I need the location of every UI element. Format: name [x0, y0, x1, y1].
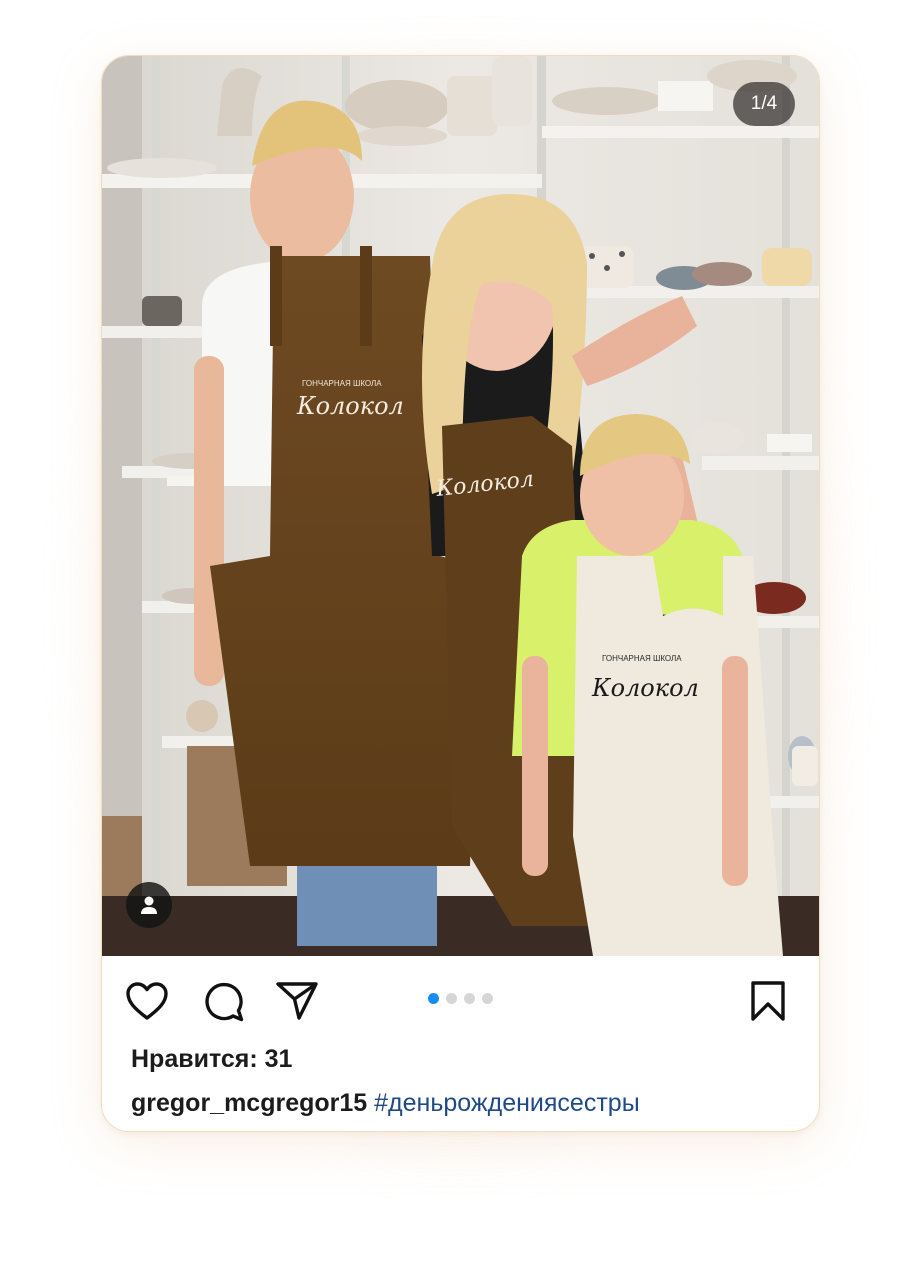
carousel-indicator [428, 993, 493, 1004]
apron-small-print-3: ГОНЧАРНАЯ ШКОЛА [602, 654, 682, 663]
caption-hashtag[interactable]: #деньрождениясестры [374, 1089, 640, 1117]
carousel-dot [446, 993, 457, 1004]
photo-counter: 1/4 [733, 82, 795, 126]
carousel-dot [428, 993, 439, 1004]
apron-script-print-3: Колокол [591, 674, 699, 702]
comment-button[interactable] [200, 978, 246, 1024]
apron-script-print-1: Колокол [296, 392, 404, 420]
save-button[interactable] [745, 978, 791, 1024]
tagged-users-button[interactable] [126, 882, 172, 928]
bookmark-icon [751, 981, 785, 1021]
post-caption: gregor_mcgregor15 #деньрождениясестры [131, 1089, 640, 1118]
photo-illustration: GOO ГОНЧАРНАЯ ШКОЛА Колокол Колокол ГОНЧ… [102, 56, 819, 956]
screen: GOO ГОНЧАРНАЯ ШКОЛА Колокол Колокол ГОНЧ… [0, 0, 920, 1279]
post-card: GOO ГОНЧАРНАЯ ШКОЛА Колокол Колокол ГОНЧ… [101, 55, 820, 1132]
user-icon [141, 896, 157, 914]
action-bar [102, 956, 819, 1040]
comment-icon [205, 982, 244, 1022]
likes-count[interactable]: Нравится: 31 [131, 1045, 292, 1074]
like-button[interactable] [124, 978, 170, 1024]
heart-icon [126, 982, 168, 1020]
share-button[interactable] [274, 978, 320, 1024]
send-icon [276, 982, 318, 1020]
apron-small-print-1: ГОНЧАРНАЯ ШКОЛА [302, 379, 382, 388]
caption-username[interactable]: gregor_mcgregor15 [131, 1089, 367, 1117]
carousel-dot [482, 993, 493, 1004]
carousel-dot [464, 993, 475, 1004]
post-photo[interactable]: GOO ГОНЧАРНАЯ ШКОЛА Колокол Колокол ГОНЧ… [102, 56, 819, 956]
